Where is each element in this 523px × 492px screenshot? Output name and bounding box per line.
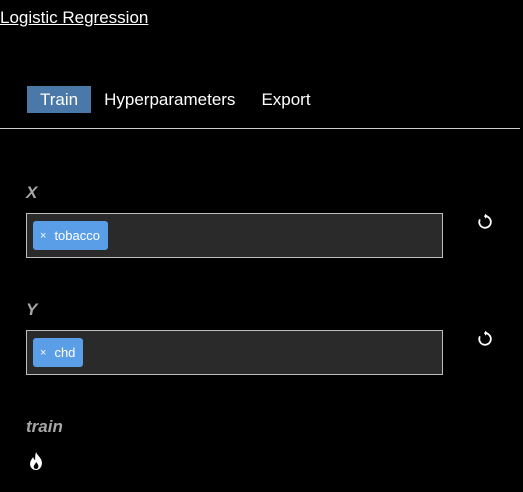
y-field-label: Y (26, 300, 38, 319)
x-chip-tobacco: × tobacco (33, 221, 108, 250)
x-reset-icon[interactable] (476, 213, 494, 231)
x-field-label: X (26, 183, 38, 202)
y-chip-chd: × chd (33, 338, 84, 367)
tab-divider (0, 128, 520, 129)
chip-label: chd (54, 345, 76, 360)
x-multiselect-input[interactable]: × tobacco (26, 213, 443, 258)
tab-hyperparameters[interactable]: Hyperparameters (91, 86, 248, 113)
tab-bar: Train Hyperparameters Export (27, 86, 324, 113)
chip-remove-icon[interactable]: × (40, 347, 46, 359)
app-title-link[interactable]: Logistic Regression (0, 8, 148, 28)
fire-icon[interactable] (27, 451, 45, 471)
tab-train[interactable]: Train (27, 86, 92, 113)
chip-label: tobacco (54, 228, 100, 243)
train-label: train (26, 417, 63, 436)
y-multiselect-input[interactable]: × chd (26, 330, 443, 375)
y-reset-icon[interactable] (476, 330, 494, 348)
chip-remove-icon[interactable]: × (40, 230, 46, 242)
tab-export[interactable]: Export (248, 86, 323, 113)
